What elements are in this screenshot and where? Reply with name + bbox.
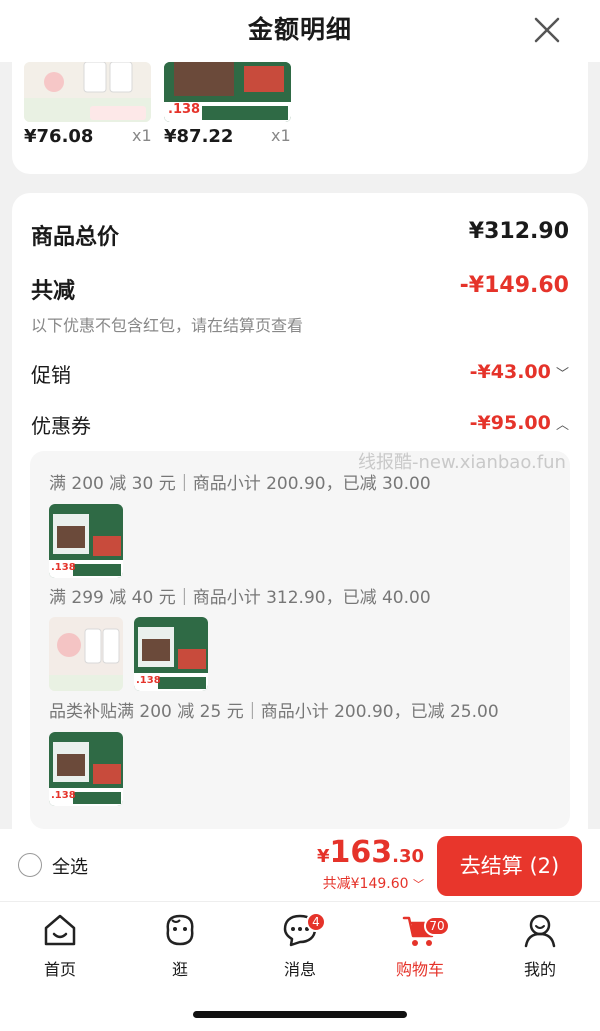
tab-label: 我的 [523, 960, 556, 979]
coupon-breakdown: 满 200 减 30 元｜商品小计 200.90，已减 30.00 .138 满… [30, 451, 570, 829]
tab-label: 首页 [43, 960, 76, 979]
checkout-button[interactable]: 去结算 (2) [437, 836, 582, 896]
modal-header: 金额明细 [0, 0, 600, 62]
tab-browse[interactable]: 逛 [140, 910, 220, 980]
chevron-down-icon: ﹀ [413, 878, 424, 891]
goods-total-value: ¥312.90 [468, 219, 569, 244]
price-tag-text: .138 [51, 562, 76, 573]
tab-messages[interactable]: 4 消息 [260, 910, 340, 980]
page-title: 金额明细 [247, 15, 352, 44]
goods-total-label: 商品总价 [31, 225, 120, 250]
total-price: ¥163.30 [317, 835, 424, 870]
product-price: ¥76.08 [24, 126, 94, 147]
tab-label: 购物车 [395, 960, 444, 979]
total-dec: .30 [392, 846, 424, 867]
tab-home[interactable]: 首页 [20, 910, 100, 980]
product-qty: x1 [132, 126, 152, 145]
tab-cart[interactable]: 70 购物车 [380, 910, 460, 980]
chevron-down-icon: ﹀ [555, 367, 569, 382]
watermark: 线报酷-new.xianbao.fun [358, 452, 566, 473]
tab-label: 消息 [283, 960, 316, 979]
profile-icon [524, 914, 556, 948]
browse-icon [166, 914, 194, 946]
product-thumbnail[interactable] [24, 62, 151, 122]
select-all-label[interactable]: 全选 [52, 853, 88, 879]
product-thumbnail: .138 [49, 504, 123, 578]
product-thumbnail[interactable]: .138 [164, 62, 291, 122]
product-thumbnail: .138 [49, 732, 123, 806]
promo-row[interactable]: -¥43.00 ﹀ [470, 361, 569, 383]
product-price: ¥87.22 [164, 126, 234, 147]
product-thumbnail [49, 617, 123, 691]
reduction-note: 以下优惠不包含红包，请在结算页查看 [31, 316, 304, 335]
price-tag-text: .138 [136, 675, 161, 686]
chevron-up-icon: ︿ [555, 418, 569, 433]
price-detail-card: 商品总价 ¥312.90 共减 -¥149.60 以下优惠不包含红包，请在结算页… [12, 193, 588, 853]
coupon-row[interactable]: -¥95.00 ︿ [470, 412, 569, 434]
message-badge: 4 [306, 912, 326, 932]
product-list-card: ¥76.08 x1 .138 ¥87.22 x1 [12, 62, 588, 174]
promo-label: 促销 [31, 363, 71, 387]
promo-value: -¥43.00 [469, 361, 551, 383]
tab-profile[interactable]: 我的 [500, 910, 580, 980]
saved-text: 共减¥149.60 [322, 876, 409, 892]
product-thumbnail: .138 [134, 617, 208, 691]
home-indicator [193, 1011, 407, 1018]
coupon-line: 满 299 减 40 元｜商品小计 312.90，已减 40.00 [49, 588, 431, 608]
checkout-bar: 全选 ¥163.30 共减¥149.60 ﹀ 去结算 (2) [0, 829, 600, 901]
tab-label: 逛 [171, 960, 188, 979]
cart-badge: 70 [424, 916, 450, 936]
saved-amount[interactable]: 共减¥149.60 ﹀ [323, 873, 424, 893]
coupon-value: -¥95.00 [469, 412, 551, 434]
close-icon[interactable] [530, 13, 564, 47]
home-icon [44, 914, 76, 946]
currency-symbol: ¥ [316, 846, 330, 867]
total-reduction-value: -¥149.60 [459, 273, 569, 298]
select-all-radio[interactable] [18, 853, 42, 877]
product-qty: x1 [271, 126, 291, 145]
total-int: 163 [329, 835, 393, 870]
price-tag-text: .138 [51, 790, 76, 801]
price-tag-text: .138 [168, 102, 201, 117]
total-reduction-label: 共减 [31, 279, 76, 304]
coupon-label: 优惠券 [31, 414, 91, 438]
coupon-line: 品类补贴满 200 减 25 元｜商品小计 200.90，已减 25.00 [49, 702, 499, 722]
